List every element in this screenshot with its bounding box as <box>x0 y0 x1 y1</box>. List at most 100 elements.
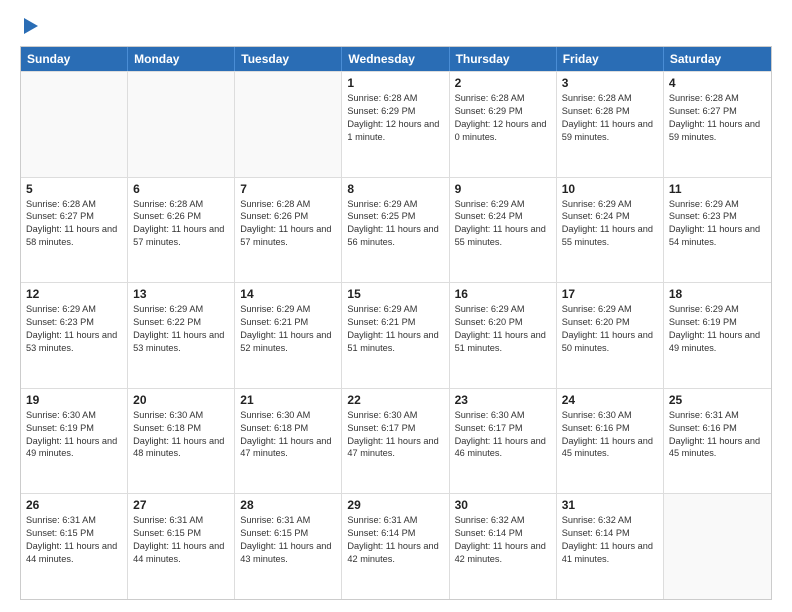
calendar-cell: 1 Sunrise: 6:28 AMSunset: 6:29 PMDaylight… <box>342 72 449 177</box>
sunrise-text: Sunrise: 6:30 AM <box>26 409 122 422</box>
calendar-cell: 14Sunrise: 6:29 AMSunset: 6:21 PMDayligh… <box>235 283 342 388</box>
calendar-header-cell: Wednesday <box>342 47 449 71</box>
calendar-body: 1Sunrise: 6:28 AMSunset: 6:29 PMDaylight… <box>21 71 771 599</box>
daylight-text: Daylight: 12 hours and 1 minute. <box>347 118 443 144</box>
calendar-header-cell: Saturday <box>664 47 771 71</box>
calendar-cell <box>128 72 235 177</box>
calendar-cell: 19Sunrise: 6:30 AMSunset: 6:19 PMDayligh… <box>21 389 128 494</box>
sunrise-text: Sunrise: 6:32 AM <box>562 514 658 527</box>
daylight-text: Daylight: 11 hours and 55 minutes. <box>562 223 658 249</box>
sunrise-text: Sunrise: 6:28 AM <box>347 92 443 105</box>
sunrise-text: Sunrise: 6:31 AM <box>669 409 766 422</box>
daylight-text: Daylight: 11 hours and 50 minutes. <box>562 329 658 355</box>
daylight-text: Daylight: 11 hours and 49 minutes. <box>669 329 766 355</box>
calendar-row: 1Sunrise: 6:28 AMSunset: 6:29 PMDaylight… <box>21 71 771 177</box>
calendar-cell: 17Sunrise: 6:29 AMSunset: 6:20 PMDayligh… <box>557 283 664 388</box>
day-number: 9 <box>455 182 551 196</box>
day-number: 23 <box>455 393 551 407</box>
daylight-text: Daylight: 11 hours and 52 minutes. <box>240 329 336 355</box>
sunset-text: Sunset: 6:27 PM <box>26 210 122 223</box>
calendar-cell <box>664 494 771 599</box>
calendar-cell: 23 Sunrise: 6:30 AMSunset: 6:17 PMDayligh… <box>450 389 557 494</box>
logo-icon <box>22 16 40 36</box>
sunrise-text: Sunrise: 6:31 AM <box>26 514 122 527</box>
daylight-text: Daylight: 11 hours and 58 minutes. <box>26 223 122 249</box>
calendar-cell: 16Sunrise: 6:29 AMSunset: 6:20 PMDayligh… <box>450 283 557 388</box>
day-number: 1 <box>347 76 443 90</box>
calendar-cell: 8Sunrise: 6:29 AMSunset: 6:25 PMDaylight… <box>342 178 449 283</box>
sunrise-text: Sunrise: 6:29 AM <box>669 198 766 211</box>
calendar-cell: 15Sunrise: 6:29 AMSunset: 6:21 PMDayligh… <box>342 283 449 388</box>
sunrise-text: Sunrise: 6:29 AM <box>455 303 551 316</box>
day-number: 18 <box>669 287 766 301</box>
sunrise-text: Sunrise: 6:28 AM <box>240 198 336 211</box>
day-number: 8 <box>347 182 443 196</box>
calendar-cell: 6Sunrise: 6:28 AMSunset: 6:26 PMDaylight… <box>128 178 235 283</box>
sunrise-text: Sunrise: 6:31 AM <box>133 514 229 527</box>
daylight-text: Daylight: 11 hours and 53 minutes. <box>133 329 229 355</box>
calendar-header-cell: Monday <box>128 47 235 71</box>
day-number: 29 <box>347 498 443 512</box>
day-number: 12 <box>26 287 122 301</box>
sunrise-text: Sunrise: 6:30 AM <box>240 409 336 422</box>
day-number: 17 <box>562 287 658 301</box>
daylight-text: Daylight: 11 hours and 46 minutes. <box>455 435 551 461</box>
sunrise-text: Sunrise: 6:32 AM <box>455 514 551 527</box>
calendar-row: 19Sunrise: 6:30 AMSunset: 6:19 PMDayligh… <box>21 388 771 494</box>
calendar-header: SundayMondayTuesdayWednesdayThursdayFrid… <box>21 47 771 71</box>
daylight-text: Daylight: 11 hours and 45 minutes. <box>669 435 766 461</box>
daylight-text: Daylight: 11 hours and 47 minutes. <box>240 435 336 461</box>
calendar-cell: 20Sunrise: 6:30 AMSunset: 6:18 PMDayligh… <box>128 389 235 494</box>
daylight-text: Daylight: 11 hours and 51 minutes. <box>347 329 443 355</box>
day-number: 10 <box>562 182 658 196</box>
sunrise-text: Sunrise: 6:30 AM <box>562 409 658 422</box>
sunrise-text: Sunrise: 6:28 AM <box>26 198 122 211</box>
sunset-text: Sunset: 6:20 PM <box>455 316 551 329</box>
daylight-text: Daylight: 11 hours and 43 minutes. <box>240 540 336 566</box>
calendar-cell: 25Sunrise: 6:31 AMSunset: 6:16 PMDayligh… <box>664 389 771 494</box>
daylight-text: Daylight: 11 hours and 53 minutes. <box>26 329 122 355</box>
daylight-text: Daylight: 11 hours and 41 minutes. <box>562 540 658 566</box>
calendar-cell: 2Sunrise: 6:28 AMSunset: 6:29 PMDaylight… <box>450 72 557 177</box>
day-number: 21 <box>240 393 336 407</box>
page: SundayMondayTuesdayWednesdayThursdayFrid… <box>0 0 792 612</box>
sunset-text: Sunset: 6:16 PM <box>669 422 766 435</box>
calendar-cell: 5 Sunrise: 6:28 AMSunset: 6:27 PMDaylight… <box>21 178 128 283</box>
sunrise-text: Sunrise: 6:29 AM <box>133 303 229 316</box>
sunset-text: Sunset: 6:24 PM <box>562 210 658 223</box>
sunrise-text: Sunrise: 6:30 AM <box>455 409 551 422</box>
sunset-text: Sunset: 6:17 PM <box>455 422 551 435</box>
day-number: 5 <box>26 182 122 196</box>
sunrise-text: Sunrise: 6:31 AM <box>347 514 443 527</box>
daylight-text: Daylight: 11 hours and 44 minutes. <box>133 540 229 566</box>
calendar-cell: 13Sunrise: 6:29 AMSunset: 6:22 PMDayligh… <box>128 283 235 388</box>
sunset-text: Sunset: 6:28 PM <box>562 105 658 118</box>
daylight-text: Daylight: 11 hours and 51 minutes. <box>455 329 551 355</box>
daylight-text: Daylight: 11 hours and 42 minutes. <box>347 540 443 566</box>
calendar: SundayMondayTuesdayWednesdayThursdayFrid… <box>20 46 772 600</box>
calendar-cell: 21Sunrise: 6:30 AMSunset: 6:18 PMDayligh… <box>235 389 342 494</box>
sunset-text: Sunset: 6:24 PM <box>455 210 551 223</box>
sunset-text: Sunset: 6:26 PM <box>133 210 229 223</box>
sunset-text: Sunset: 6:15 PM <box>133 527 229 540</box>
daylight-text: Daylight: 11 hours and 59 minutes. <box>562 118 658 144</box>
sunset-text: Sunset: 6:25 PM <box>347 210 443 223</box>
calendar-cell: 7Sunrise: 6:28 AMSunset: 6:26 PMDaylight… <box>235 178 342 283</box>
sunset-text: Sunset: 6:26 PM <box>240 210 336 223</box>
sunset-text: Sunset: 6:29 PM <box>347 105 443 118</box>
sunrise-text: Sunrise: 6:29 AM <box>669 303 766 316</box>
sunset-text: Sunset: 6:17 PM <box>347 422 443 435</box>
day-number: 4 <box>669 76 766 90</box>
sunset-text: Sunset: 6:22 PM <box>133 316 229 329</box>
daylight-text: Daylight: 11 hours and 45 minutes. <box>562 435 658 461</box>
daylight-text: Daylight: 11 hours and 57 minutes. <box>133 223 229 249</box>
sunrise-text: Sunrise: 6:31 AM <box>240 514 336 527</box>
sunrise-text: Sunrise: 6:29 AM <box>347 303 443 316</box>
calendar-header-cell: Friday <box>557 47 664 71</box>
day-number: 11 <box>669 182 766 196</box>
calendar-cell: 24Sunrise: 6:30 AMSunset: 6:16 PMDayligh… <box>557 389 664 494</box>
sunset-text: Sunset: 6:14 PM <box>562 527 658 540</box>
sunrise-text: Sunrise: 6:29 AM <box>562 198 658 211</box>
daylight-text: Daylight: 11 hours and 47 minutes. <box>347 435 443 461</box>
sunrise-text: Sunrise: 6:29 AM <box>240 303 336 316</box>
